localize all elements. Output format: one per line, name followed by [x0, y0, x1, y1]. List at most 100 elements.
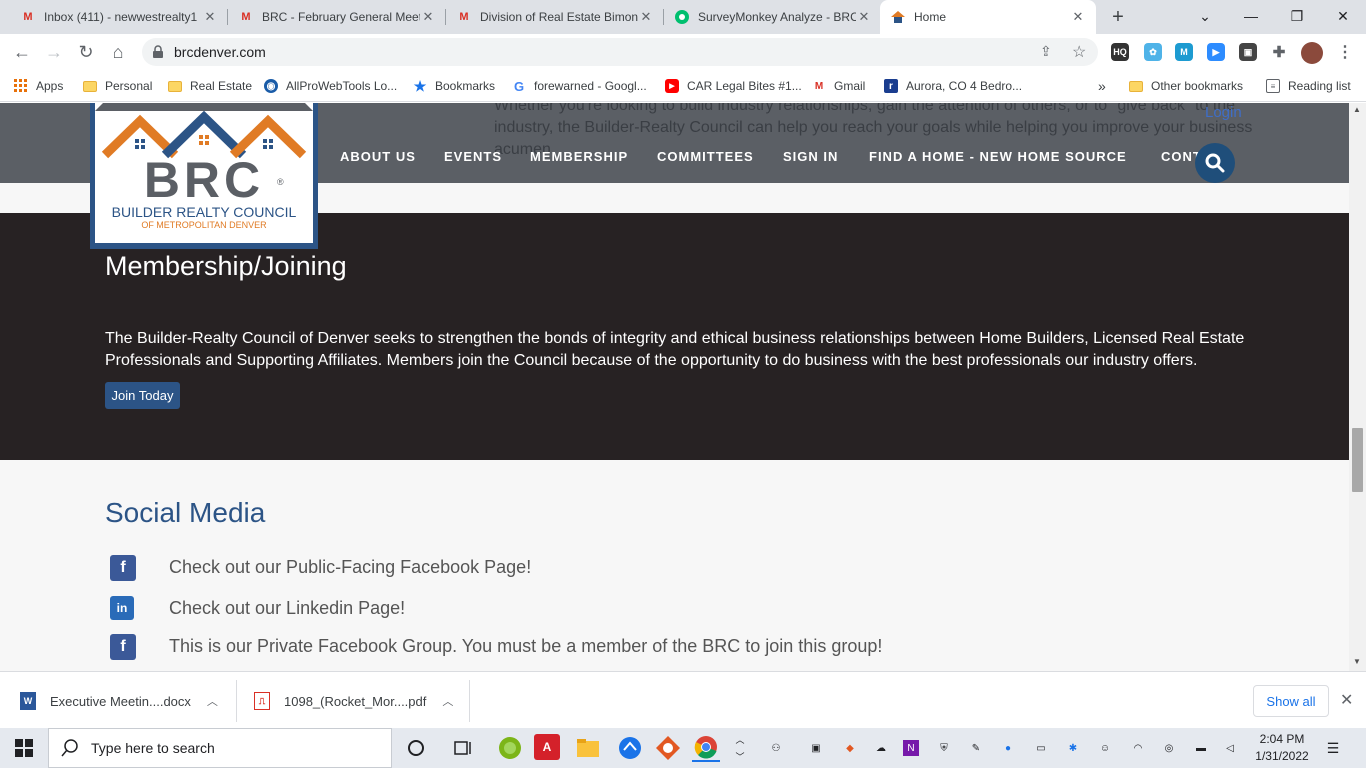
extension-icon[interactable]: ✿: [1144, 43, 1162, 61]
task-view-icon[interactable]: [450, 734, 478, 762]
acrobat-icon[interactable]: A: [534, 734, 560, 760]
tray-overflow-up-icon[interactable]: ︿: [732, 731, 748, 747]
social-link-text[interactable]: This is our Private Facebook Group. You …: [169, 636, 882, 657]
close-tab-icon[interactable]: ✕: [856, 9, 872, 25]
bookmark-other-folder[interactable]: Other bookmarks: [1129, 76, 1243, 96]
nav-membership[interactable]: MEMBERSHIP: [530, 149, 628, 164]
membership-description: The Builder-Realty Council of Denver see…: [105, 330, 1245, 369]
people-icon[interactable]: ⚇: [768, 740, 784, 756]
browser-tab[interactable]: M BRC - February General Meet ✕: [228, 0, 446, 34]
taskbar-search-box[interactable]: Type here to search: [48, 728, 392, 768]
app-icon[interactable]: [496, 734, 524, 762]
volume-icon[interactable]: ◁: [1222, 740, 1238, 756]
bookmark-apps[interactable]: Apps: [14, 76, 63, 96]
battery-icon[interactable]: ▬: [1193, 740, 1209, 756]
maximize-button[interactable]: ❐: [1274, 0, 1320, 32]
social-link-text[interactable]: Check out our Public-Facing Facebook Pag…: [169, 557, 531, 578]
extensions-puzzle-icon[interactable]: ✚: [1270, 43, 1288, 61]
home-icon[interactable]: ⌂: [104, 38, 132, 66]
nav-sign-in[interactable]: SIGN IN: [783, 149, 838, 164]
nav-committees[interactable]: COMMITTEES: [657, 149, 754, 164]
nav-about-us[interactable]: ABOUT US: [340, 149, 416, 164]
bookmark-folder[interactable]: Real Estate: [168, 76, 252, 96]
chevron-up-icon[interactable]: ︿: [442, 693, 453, 709]
join-today-button[interactable]: Join Today: [105, 382, 180, 409]
show-all-downloads-button[interactable]: Show all: [1253, 685, 1329, 717]
forward-icon[interactable]: →: [40, 38, 68, 66]
nav-events[interactable]: EVENTS: [444, 149, 502, 164]
reload-icon[interactable]: ↻: [72, 38, 100, 66]
browser-tab-active[interactable]: Home ✕: [880, 0, 1096, 34]
app-icon[interactable]: [654, 734, 682, 762]
extension-icon[interactable]: M: [1175, 43, 1193, 61]
bookmarks-overflow-button[interactable]: »: [1098, 76, 1106, 96]
bookmark-star-icon[interactable]: ☆: [1072, 42, 1086, 62]
chrome-icon[interactable]: [692, 734, 720, 762]
app-tray-icon[interactable]: ✎: [968, 740, 984, 756]
download-item[interactable]: ⎍ 1098_(Rocket_Mor....pdf ︿: [254, 686, 453, 716]
onenote-icon[interactable]: N: [903, 740, 919, 756]
bookmark-link[interactable]: ▶ CAR Legal Bites #1...: [665, 76, 802, 96]
onedrive-icon[interactable]: ☁: [873, 740, 889, 756]
meet-now-icon[interactable]: ▣: [808, 740, 824, 756]
file-explorer-icon[interactable]: [574, 734, 602, 762]
cortana-icon[interactable]: [402, 734, 430, 762]
minimize-button[interactable]: —: [1228, 0, 1274, 32]
app-tray-icon[interactable]: ☺: [1097, 740, 1113, 756]
bluetooth-icon[interactable]: ✱: [1065, 740, 1081, 756]
nav-find-a-home[interactable]: FIND A HOME - NEW HOME SOURCE: [869, 149, 1127, 164]
social-link-text[interactable]: Check out our Linkedin Page!: [169, 598, 405, 619]
scroll-down-arrow[interactable]: ▼: [1353, 657, 1361, 666]
share-icon[interactable]: ⇪: [1040, 43, 1052, 60]
scroll-up-arrow[interactable]: ▲: [1353, 105, 1361, 114]
reading-list-button[interactable]: ≡ Reading list: [1266, 76, 1351, 96]
new-tab-button[interactable]: +: [1106, 6, 1130, 28]
close-window-button[interactable]: ✕: [1320, 0, 1366, 32]
tray-overflow-down-icon[interactable]: ﹀: [732, 748, 748, 764]
notifications-icon[interactable]: ☰: [1325, 740, 1341, 756]
globe-icon: ◉: [264, 79, 278, 93]
download-item[interactable]: W Executive Meetin....docx ︿: [20, 686, 218, 716]
bookmark-link[interactable]: r Aurora, CO 4 Bedro...: [884, 76, 1022, 96]
chrome-tray-icon[interactable]: ●: [1000, 740, 1016, 756]
close-tab-icon[interactable]: ✕: [420, 9, 436, 25]
start-button[interactable]: [0, 728, 48, 768]
menu-icon[interactable]: ⋮: [1336, 43, 1354, 61]
hq-extension-icon[interactable]: HQ: [1111, 43, 1129, 61]
bookmark-link[interactable]: M Gmail: [812, 76, 866, 96]
bookmark-label: Personal: [105, 79, 153, 93]
bookmark-folder[interactable]: Personal: [83, 76, 152, 96]
display-icon[interactable]: ▭: [1033, 740, 1049, 756]
site-search-button[interactable]: [1195, 143, 1235, 183]
page-scrollbar[interactable]: ▲ ▼: [1349, 103, 1366, 671]
scrollbar-thumb[interactable]: [1352, 428, 1363, 492]
close-icon[interactable]: ✕: [1340, 690, 1353, 710]
bookmark-link[interactable]: ◉ AllProWebTools Lo...: [264, 76, 397, 96]
extension-icon[interactable]: ▣: [1239, 43, 1257, 61]
defender-icon[interactable]: ⛨: [936, 740, 952, 756]
bookmark-label: Bookmarks: [435, 79, 496, 93]
chevron-up-icon[interactable]: ︿: [207, 693, 218, 709]
bookmark-link[interactable]: ★ Bookmarks: [413, 76, 495, 96]
login-link[interactable]: Login: [1205, 104, 1242, 121]
youtube-icon: ▶: [665, 79, 679, 93]
wifi-icon[interactable]: ◠: [1130, 740, 1146, 756]
browser-tab[interactable]: M Inbox (411) - newwestrealty1 ✕: [10, 0, 228, 34]
close-tab-icon[interactable]: ✕: [1070, 9, 1086, 25]
bookmark-link[interactable]: G forewarned - Googl...: [512, 76, 647, 96]
app-icon[interactable]: [616, 734, 644, 762]
browser-tab[interactable]: SurveyMonkey Analyze - BRC ✕: [664, 0, 882, 34]
close-tab-icon[interactable]: ✕: [638, 9, 654, 25]
profile-avatar[interactable]: [1301, 42, 1323, 64]
vpn-icon[interactable]: ◎: [1161, 740, 1177, 756]
app-tray-icon[interactable]: ◆: [842, 740, 858, 756]
browser-tab[interactable]: M Division of Real Estate Bimon ✕: [446, 0, 664, 34]
brc-logo[interactable]: BRC ® BUILDER REALTY COUNCIL OF METROPOL…: [90, 103, 318, 249]
zoom-icon[interactable]: ▶: [1207, 43, 1225, 61]
tab-search-icon[interactable]: ⌄: [1182, 0, 1228, 32]
address-bar[interactable]: brcdenver.com ⇪ ☆: [142, 38, 1098, 66]
close-tab-icon[interactable]: ✕: [202, 9, 218, 25]
back-icon[interactable]: ←: [8, 38, 36, 66]
bookmark-label: Other bookmarks: [1151, 79, 1244, 93]
taskbar-clock[interactable]: 2:04 PM 1/31/2022: [1250, 731, 1314, 765]
